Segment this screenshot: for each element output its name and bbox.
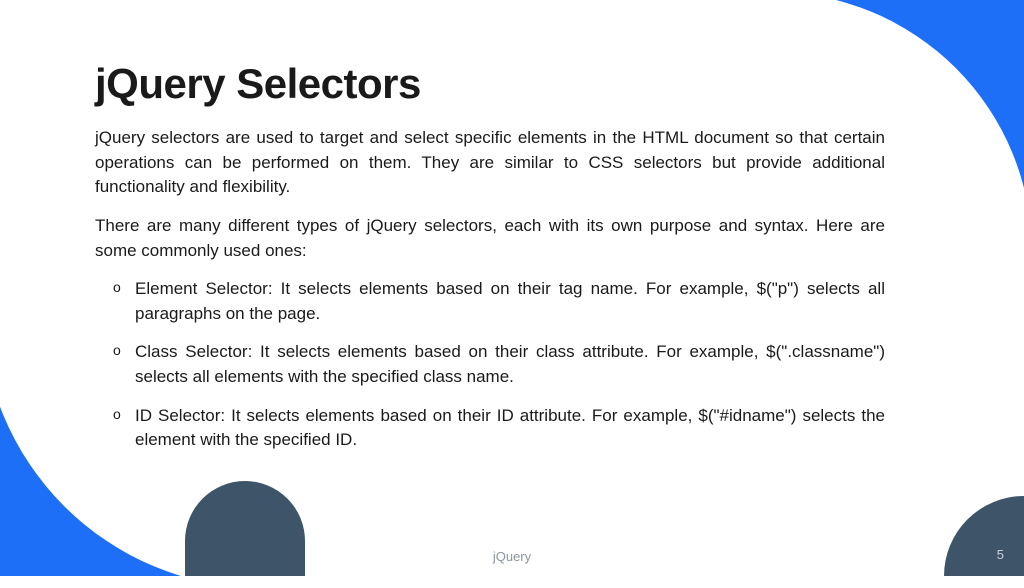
intro-paragraph-2: There are many different types of jQuery…: [95, 214, 885, 263]
intro-paragraph-1: jQuery selectors are used to target and …: [95, 126, 885, 200]
slide-title: jQuery Selectors: [95, 60, 885, 108]
list-item: ID Selector: It selects elements based o…: [113, 404, 885, 453]
slide-content: jQuery Selectors jQuery selectors are us…: [95, 60, 885, 467]
selector-list: Element Selector: It selects elements ba…: [95, 277, 885, 453]
decoration-bottom-right: [944, 496, 1024, 576]
page-number: 5: [997, 547, 1004, 562]
list-item: Element Selector: It selects elements ba…: [113, 277, 885, 326]
footer-label: jQuery: [493, 549, 531, 564]
list-item: Class Selector: It selects elements base…: [113, 340, 885, 389]
